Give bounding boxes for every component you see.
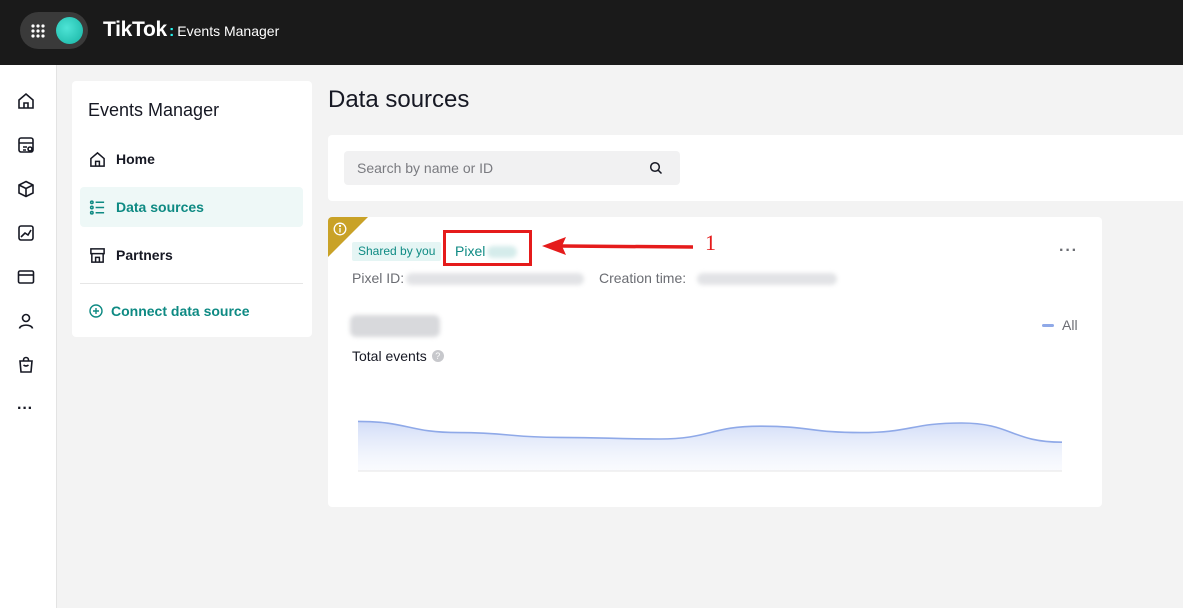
rail-item-account[interactable] — [16, 311, 36, 331]
connect-label: Connect data source — [111, 303, 250, 319]
sidebar-item-label: Home — [116, 151, 155, 167]
sidebar-item-partners[interactable]: Partners — [80, 235, 303, 275]
legend-label: All — [1062, 317, 1078, 333]
more-options-button[interactable]: ··· — [1059, 242, 1078, 260]
chart-area-fill — [358, 421, 1062, 471]
legend-swatch — [1042, 323, 1054, 327]
creation-time-redacted — [697, 273, 837, 285]
product-name: Events Manager — [177, 23, 280, 39]
rail-item-catalog[interactable] — [16, 135, 36, 155]
search-panel — [328, 135, 1183, 201]
sidebar-divider — [80, 283, 303, 284]
store-icon — [90, 247, 105, 263]
user-icon — [18, 313, 34, 329]
total-events-count-redacted — [350, 315, 440, 337]
list-icon — [89, 199, 105, 215]
search-input[interactable] — [344, 151, 644, 185]
pixel-card[interactable]: Shared by you Pixel ··· Pixel ID: Creati… — [328, 217, 1102, 507]
rail-item-shop[interactable] — [16, 355, 36, 375]
sidebar-item-data-sources[interactable]: Data sources — [80, 187, 303, 227]
chart-legend[interactable]: All — [1042, 317, 1078, 333]
grid-icon — [31, 24, 45, 38]
brand-name: TikTok — [103, 18, 167, 41]
search-icon[interactable] — [649, 161, 663, 175]
image-chart-icon — [18, 225, 34, 241]
home-icon — [90, 151, 105, 167]
sidebar-item-label: Partners — [116, 247, 173, 263]
shopping-bag-icon — [19, 356, 33, 373]
wallet-icon — [17, 270, 35, 284]
annotation-arrow — [542, 237, 694, 255]
sidebar: Events Manager Home Data sources Partner… — [72, 81, 312, 337]
pixel-id-label: Pixel ID: — [352, 270, 405, 286]
rail-item-billing[interactable] — [16, 267, 36, 287]
left-rail: ··· — [0, 65, 57, 608]
sidebar-item-label: Data sources — [116, 199, 204, 215]
catalog-icon — [18, 137, 34, 153]
connect-data-source-link[interactable]: Connect data source — [89, 303, 249, 319]
pixel-id-redacted — [406, 273, 584, 285]
rail-more-button[interactable]: ··· — [17, 400, 33, 418]
info-icon[interactable] — [333, 222, 347, 236]
shared-badge: Shared by you — [352, 242, 442, 261]
brand-logo[interactable]: TikTok : Events Manager — [103, 18, 279, 42]
sidebar-title: Events Manager — [88, 100, 220, 120]
brand-separator: : — [168, 23, 175, 40]
annotation-highlight-box — [443, 230, 532, 266]
total-events-heading: Total events ? — [352, 348, 444, 364]
total-events-chart — [358, 420, 1062, 472]
search-field[interactable] — [344, 151, 680, 185]
help-icon[interactable]: ? — [431, 350, 444, 362]
sidebar-item-home[interactable]: Home — [80, 139, 303, 179]
annotation-number: 1 — [705, 230, 716, 255]
page-title: Data sources — [328, 86, 470, 113]
rail-item-home[interactable] — [16, 91, 36, 111]
avatar[interactable] — [56, 17, 83, 44]
home-icon — [18, 92, 34, 109]
total-events-label: Total events — [352, 348, 427, 364]
add-circle-icon — [89, 304, 103, 318]
top-bar: TikTok : Events Manager — [0, 0, 1183, 65]
box-icon — [18, 180, 34, 198]
apps-switcher[interactable] — [20, 12, 88, 49]
creation-time-label: Creation time: — [599, 270, 687, 286]
rail-item-creative[interactable] — [16, 223, 36, 243]
rail-item-assets[interactable] — [16, 179, 36, 199]
